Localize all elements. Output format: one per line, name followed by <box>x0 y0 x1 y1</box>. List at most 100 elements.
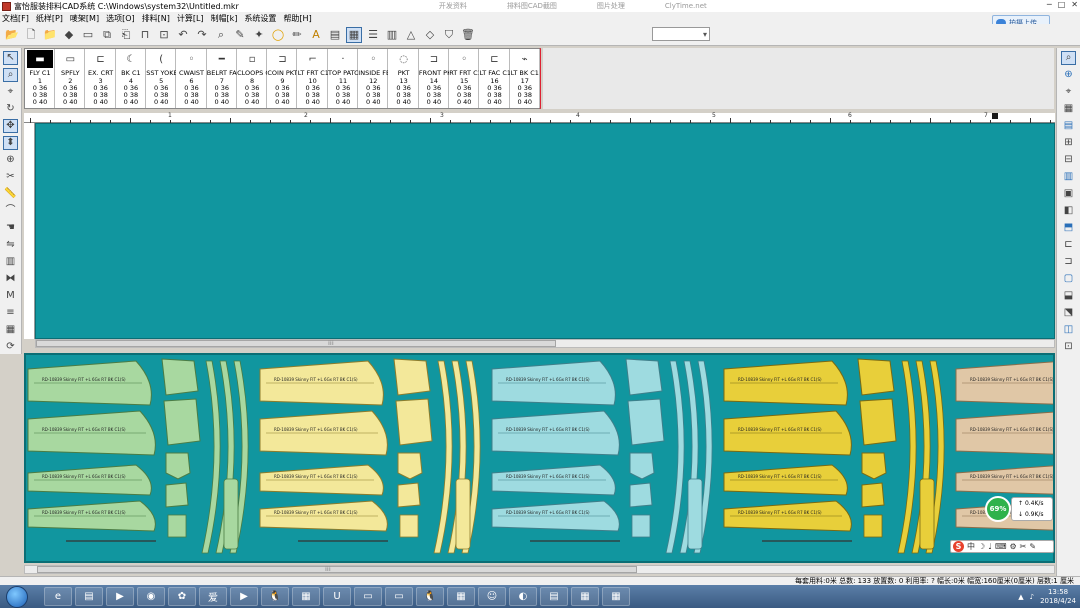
pan-icon[interactable]: ✥ <box>3 119 18 133</box>
ruler-marker[interactable] <box>992 113 998 119</box>
ime-pen-icon[interactable]: ✎ <box>1029 542 1036 551</box>
grid-icon[interactable]: ▦ <box>346 26 362 43</box>
select-arrow-icon[interactable]: ↖ <box>3 51 18 65</box>
right-tool-icon[interactable]: ⊐ <box>1061 255 1076 269</box>
piece-label[interactable]: RD-10839 Skinny FIT +L 6Gx R7 BK C1(S) <box>970 427 1053 432</box>
yoke-piece[interactable] <box>395 398 433 446</box>
piece-column[interactable]: ⊐FRONT PKT140 360 380 40 <box>419 49 449 108</box>
rar-icon[interactable]: ▦ <box>447 587 475 606</box>
m-tool-icon[interactable]: M <box>3 289 18 303</box>
right-tool-icon[interactable]: ⊏ <box>1061 238 1076 252</box>
folder-icon[interactable]: ▤ <box>75 587 103 606</box>
menu-help[interactable]: 帮助[H] <box>283 13 311 24</box>
piece-column[interactable]: ⊏ EX. CRT 3 0 36 0 38 0 40 <box>86 49 116 108</box>
trash-icon[interactable]: 🗑 <box>460 27 476 43</box>
cad2-icon[interactable]: 🐧 <box>416 587 444 606</box>
refresh-icon[interactable]: ⟳ <box>3 340 18 354</box>
right-tool-icon[interactable]: ⊟ <box>1061 153 1076 167</box>
piece-column[interactable]: ☾ BK C1 4 0 36 0 38 0 40 <box>116 49 146 108</box>
redo-icon[interactable]: ↷ <box>194 27 210 43</box>
color-icon[interactable]: ✦ <box>251 27 267 43</box>
ie-icon[interactable]: e <box>44 587 72 606</box>
piece-column[interactable]: ·TOP PATCH110 360 380 40 <box>328 49 358 108</box>
zoom-out-icon[interactable]: ⌖ <box>3 85 18 99</box>
waistband-piece[interactable] <box>665 360 685 554</box>
background-tab-2[interactable]: 排料图CAD截图 <box>507 1 557 11</box>
player-icon[interactable]: ▶ <box>230 587 258 606</box>
lower-horizontal-scrollbar[interactable]: ⁞⁞⁞ <box>24 565 1055 574</box>
cut-icon[interactable]: ✂ <box>3 170 18 184</box>
piece-thumbnail-icon[interactable]: ▫ <box>239 50 265 68</box>
browser2-icon[interactable]: ◐ <box>509 587 537 606</box>
cad-icon[interactable]: ▦ <box>292 587 320 606</box>
piece-thumbnail-icon[interactable]: ◌ <box>391 50 417 68</box>
piece-label[interactable]: RD-10839 Skinny FIT +L 6Gx R7 BK C1(S) <box>506 377 590 382</box>
paint-icon[interactable]: ▦ <box>602 587 630 606</box>
piece-column[interactable]: ◦ CWAIST 6 0 36 0 38 0 40 <box>177 49 207 108</box>
piece-label[interactable]: RD-10839 Skinny FIT +L 6Gx R7 BK C1(S) <box>42 427 126 432</box>
start-button[interactable] <box>6 585 28 608</box>
menu-file[interactable]: 文档[F] <box>2 13 29 24</box>
menu-cap[interactable]: 制帽[k] <box>211 13 238 24</box>
flip-icon[interactable]: ⇋ <box>3 238 18 252</box>
piece-thumbnail-icon[interactable]: · <box>330 50 356 68</box>
penguin-icon[interactable]: 🐧 <box>261 587 289 606</box>
right-tool-icon[interactable]: ⬔ <box>1061 306 1076 320</box>
fly-facing-piece[interactable] <box>223 478 239 550</box>
piece-column[interactable]: ━BELRT FAC70 360 380 40 <box>207 49 237 108</box>
piece-column[interactable]: ▬ FLY C1 1 0 36 0 38 0 40 <box>25 49 55 108</box>
menu-options[interactable]: 选项[O] <box>106 13 135 24</box>
iqiyi-icon[interactable]: 爱 <box>199 587 227 606</box>
ruler-icon[interactable]: 📏 <box>3 187 18 201</box>
piece-column[interactable]: ◦INSIDE FBACK120 360 380 40 <box>358 49 389 108</box>
piece-label[interactable]: RD-10839 Skinny FIT +L 6Gx R7 BK C1(S) <box>738 510 822 515</box>
piece-thumbnail-icon[interactable]: ◦ <box>179 50 205 68</box>
piece-label[interactable]: RD-10839 Skinny FIT +L 6Gx R7 BK C1(S) <box>274 427 358 432</box>
u-icon[interactable]: U <box>323 587 351 606</box>
piece-thumbnail-icon[interactable]: ◦ <box>451 50 477 68</box>
open-icon[interactable]: 📁 <box>42 27 58 43</box>
background-tab-4[interactable]: ClyTime.net <box>665 2 707 10</box>
marker-combo[interactable]: ▾ <box>652 27 710 41</box>
circle-icon[interactable]: ◯ <box>270 27 286 43</box>
clock[interactable]: 13:58 2018/4/24 <box>1040 588 1076 606</box>
piece-label[interactable]: RD-10839 Skinny FIT +L 6Gx R7 BK C1(S) <box>274 377 358 382</box>
open-folder-icon[interactable]: 📂 <box>4 27 20 43</box>
arc-icon[interactable]: ⌒ <box>3 204 18 218</box>
pocket-piece[interactable] <box>861 482 885 508</box>
avatar-icon[interactable]: ☺ <box>478 587 506 606</box>
align-icon[interactable]: ▥ <box>3 255 18 269</box>
fly-facing-piece[interactable] <box>687 478 703 550</box>
pocket-piece[interactable] <box>629 452 655 480</box>
piece-column[interactable]: ◌ PKT 13 0 36 0 38 0 40 <box>389 49 419 108</box>
piece-label[interactable]: RD-10839 Skinny FIT +L 6Gx R7 BK C1(S) <box>738 427 822 432</box>
menu-system[interactable]: 系统设置 <box>244 13 276 24</box>
right-tool-icon[interactable]: ▥ <box>1061 170 1076 184</box>
fly-facing-piece[interactable] <box>455 478 471 550</box>
fly-piece[interactable] <box>167 514 187 538</box>
rotate-icon[interactable]: ↻ <box>3 102 18 116</box>
list-icon[interactable]: ☰ <box>365 27 381 43</box>
paste-icon[interactable]: ⎗ <box>118 27 134 43</box>
marker-workspace-upper[interactable] <box>35 123 1055 339</box>
pocket-piece[interactable] <box>165 452 191 480</box>
waistband-piece[interactable] <box>897 360 917 554</box>
right-tool-icon[interactable]: ⬒ <box>1061 221 1076 235</box>
piece-column[interactable]: ⌐ LT FRT C1 10 0 36 0 38 0 40 <box>298 49 328 108</box>
maximize-button[interactable]: □ <box>1058 0 1066 9</box>
piece-column[interactable]: ◦ RT FRT C1 15 0 36 0 38 0 40 <box>449 49 480 108</box>
stack-icon[interactable]: ≡ <box>3 306 18 320</box>
piece-label[interactable]: RD-10839 Skinny FIT +L 6Gx R7 BK C1(S) <box>738 377 822 382</box>
piece-thumbnail-icon[interactable]: ☾ <box>118 50 144 68</box>
zoom-window-icon[interactable]: ⌕ <box>3 68 18 82</box>
print-icon[interactable]: ▭ <box>80 27 96 43</box>
right-tool-icon[interactable]: ▢ <box>1061 272 1076 286</box>
piece-label[interactable]: RD-10839 Skinny FIT +L 6Gx R7 BK C1(S) <box>42 474 126 479</box>
ime-punct-icon[interactable]: ♩ <box>988 542 992 551</box>
media-icon[interactable]: ▶ <box>106 587 134 606</box>
shirt-icon[interactable]: ⛉ <box>441 27 457 43</box>
piece-thumbnail-icon[interactable]: ⊐ <box>421 50 447 68</box>
yoke-piece[interactable] <box>625 358 663 396</box>
save-icon[interactable]: ◆ <box>61 27 77 43</box>
right-tool-icon[interactable]: ◧ <box>1061 204 1076 218</box>
